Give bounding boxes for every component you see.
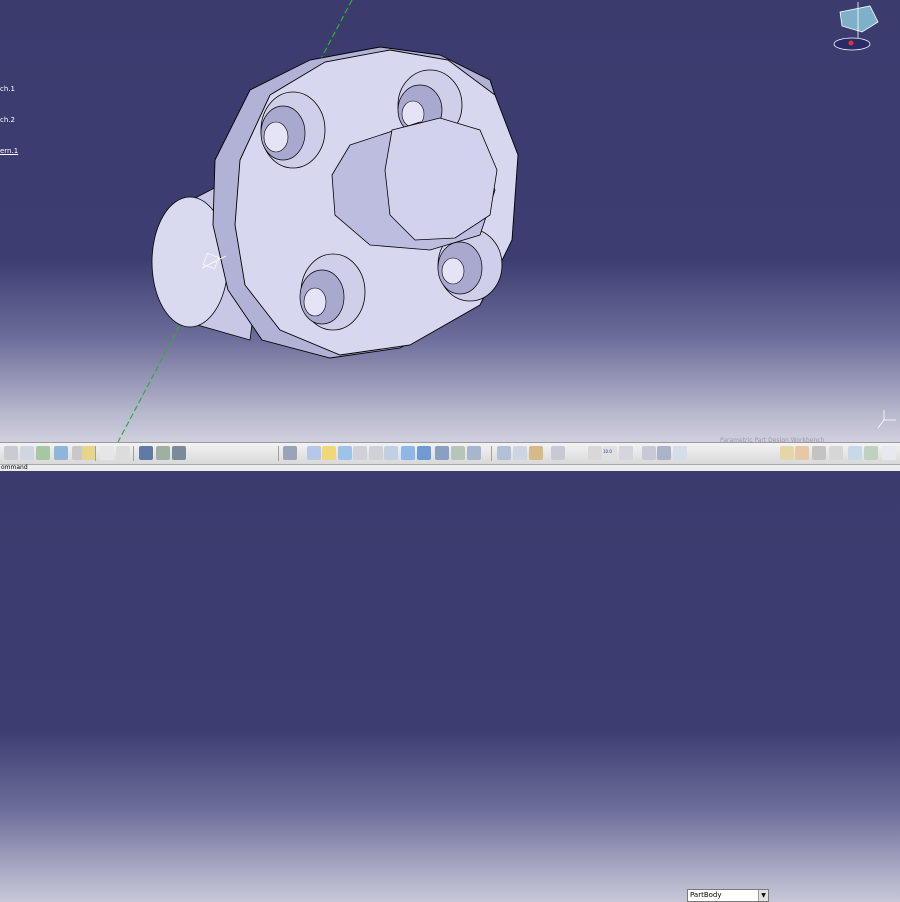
insert-body-icon[interactable] — [780, 446, 794, 460]
save-icon[interactable] — [172, 446, 186, 460]
zoom-in-icon[interactable] — [353, 446, 367, 460]
3d-viewport[interactable]: ch.1 ch.2 ern.1 Parametric Part Design W… — [0, 0, 900, 444]
comment-icon[interactable] — [116, 446, 130, 460]
pan-icon[interactable] — [322, 446, 336, 460]
tree-item-sketch-1[interactable]: ch.1 — [0, 85, 15, 93]
axis-triad-icon — [877, 410, 896, 429]
measure-item-icon[interactable] — [513, 446, 527, 460]
hole-top-left — [260, 91, 326, 169]
pattern-icon[interactable] — [829, 446, 843, 460]
multi-view-icon[interactable] — [401, 446, 415, 460]
fit-all-icon[interactable] — [307, 446, 321, 460]
analysis-icon[interactable] — [848, 446, 862, 460]
zoom-ratio-icon[interactable]: 10.0 — [603, 446, 617, 460]
command-label[interactable]: ommand — [1, 464, 28, 471]
toolbar-separator — [278, 446, 279, 461]
hole-bottom-left — [299, 253, 366, 331]
catalog-icon[interactable] — [156, 446, 170, 460]
copy-icon[interactable] — [20, 446, 34, 460]
tree-item-pattern-1[interactable]: ern.1 — [0, 147, 18, 155]
compass-icon — [833, 2, 879, 51]
shading-icon[interactable] — [435, 446, 449, 460]
axis-icon[interactable] — [642, 446, 656, 460]
body-select[interactable]: PartBody ▼ — [687, 889, 769, 902]
boolean-icon[interactable] — [795, 446, 809, 460]
mass-icon[interactable] — [529, 446, 543, 460]
view-icon[interactable] — [551, 446, 565, 460]
part-geometry — [117, 0, 896, 442]
chevron-down-icon: ▼ — [758, 890, 768, 901]
fly-mode-icon[interactable] — [283, 446, 297, 460]
status-bar: ommand — [0, 464, 900, 471]
knowledge-icon[interactable] — [864, 446, 878, 460]
tools-icon[interactable] — [619, 446, 633, 460]
toolbar-separator — [491, 446, 492, 461]
zoom-out-icon[interactable] — [369, 446, 383, 460]
formula-icon[interactable] — [100, 446, 114, 460]
table-icon[interactable] — [139, 446, 153, 460]
normal-view-icon[interactable] — [384, 446, 398, 460]
tree-item-sketch-2[interactable]: ch.2 — [0, 116, 15, 124]
zoom-ratio-text: 10.0 — [603, 449, 612, 454]
toolbar-separator — [95, 446, 96, 461]
front-boss-face — [384, 117, 498, 241]
cut-icon[interactable] — [4, 446, 18, 460]
measure-icon[interactable] — [497, 446, 511, 460]
clock-icon[interactable] — [588, 446, 602, 460]
undo-icon[interactable] — [54, 446, 68, 460]
body-icon[interactable] — [657, 446, 671, 460]
part-body-icon[interactable] — [673, 446, 687, 460]
rotate-icon[interactable] — [338, 446, 352, 460]
paste-icon[interactable] — [36, 446, 50, 460]
catia-logo-icon — [882, 446, 896, 460]
bottom-toolbar: 10.0 PartBody ▼ — [0, 442, 900, 902]
whats-this-icon[interactable] — [82, 446, 96, 460]
body-select-value: PartBody — [690, 891, 722, 899]
hide-show-icon[interactable] — [451, 446, 465, 460]
swap-icon[interactable] — [467, 446, 481, 460]
toolbar-separator — [133, 446, 134, 461]
iso-view-icon[interactable] — [417, 446, 431, 460]
assemble-icon[interactable] — [812, 446, 826, 460]
